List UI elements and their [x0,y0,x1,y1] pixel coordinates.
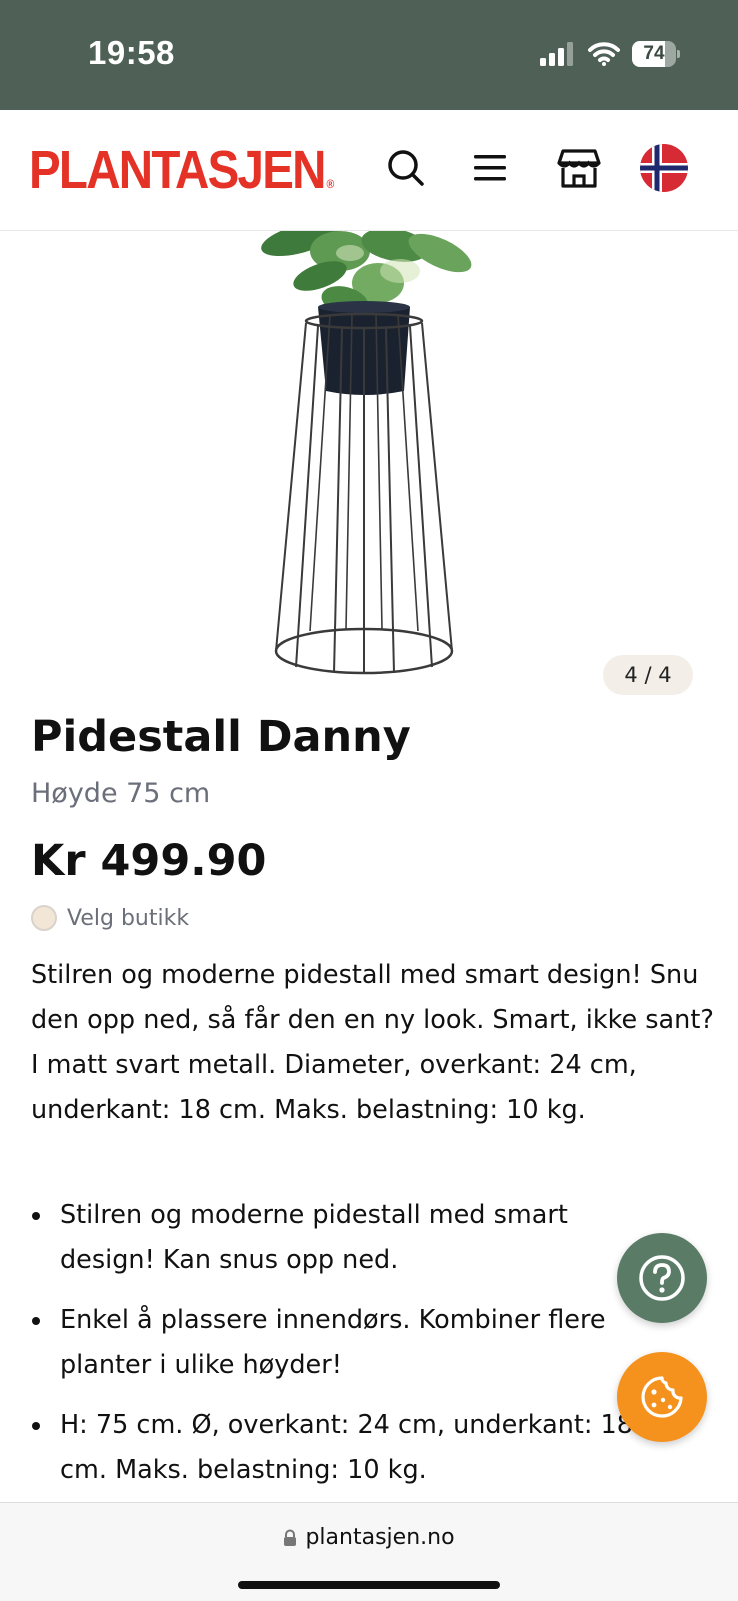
menu-icon [474,155,506,181]
search-icon [388,150,424,186]
registered-mark: ® [326,177,335,191]
list-item-line: H: 75 cm. Ø, overkant: 24 cm, underkant:… [60,1410,634,1440]
lock-icon [284,1529,297,1546]
list-item-line: cm. Maks. belastning: 10 kg. [60,1455,427,1485]
battery-level: 74 [643,43,665,64]
signal-icon [540,42,573,66]
store-button[interactable] [555,144,603,192]
question-icon [639,1255,685,1301]
cookie-icon [641,1376,683,1418]
url-display[interactable]: plantasjen.no [0,1525,738,1550]
select-store-label: Velg butikk [67,905,190,931]
list-item-line: planter i ulike høyder! [60,1350,342,1380]
gallery-counter: 4 / 4 [603,655,693,695]
home-indicator [238,1581,500,1589]
url-text: plantasjen.no [305,1525,455,1550]
product-image [261,231,472,675]
select-store-button[interactable]: Velg butikk [31,905,189,931]
list-item-line: Stilren og moderne pidestall med smart [60,1200,568,1230]
list-item-line: design! Kan snus opp ned. [60,1245,399,1275]
store-status-dot [31,905,57,931]
logo-text: PLANTASJEN [29,140,326,200]
list-item-line: Enkel å plassere innendørs. Kombiner fle… [60,1305,606,1335]
help-button[interactable] [617,1233,707,1323]
language-button[interactable] [640,144,688,192]
store-icon [557,149,601,188]
product-price: Kr 499.90 [31,836,267,886]
norway-flag-icon [640,144,688,192]
wifi-icon [588,42,620,66]
product-title: Pidestall Danny [31,712,411,762]
menu-button[interactable] [466,144,514,192]
battery-indicator: 74 [632,41,680,67]
status-bar: 19:58 74 [0,0,738,110]
site-header: PLANTASJEN ® [0,110,738,231]
browser-url-bar[interactable]: plantasjen.no [0,1502,738,1601]
plantasjen-logo[interactable]: PLANTASJEN ® [29,140,334,214]
product-description: Stilren og moderne pidestall med smart d… [31,960,714,1125]
product-image-gallery[interactable] [0,231,738,701]
product-subtitle: Høyde 75 cm [31,778,211,809]
status-time: 19:58 [88,34,175,71]
search-button[interactable] [382,144,430,192]
cookie-settings-button[interactable] [617,1352,707,1442]
status-icons: 74 [540,38,680,70]
